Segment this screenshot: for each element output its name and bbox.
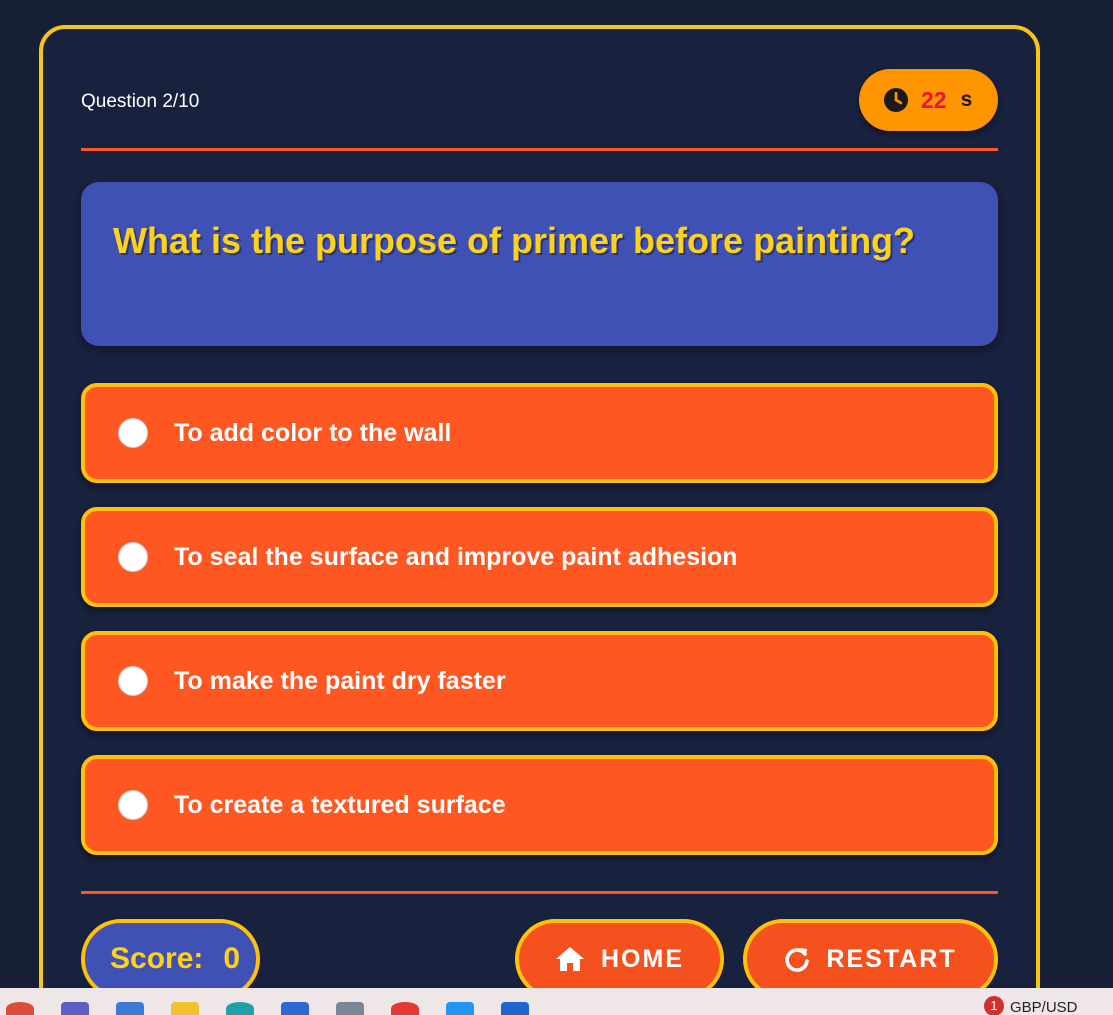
option-label: To add color to the wall [174, 418, 452, 447]
score-label: Score: [110, 942, 204, 975]
restart-button[interactable]: RESTART [743, 919, 998, 999]
timer-value: 22 [921, 86, 947, 113]
restart-button-label: RESTART [826, 944, 957, 973]
answer-option-1[interactable]: To add color to the wall [81, 383, 998, 483]
option-label: To seal the surface and improve paint ad… [174, 542, 738, 571]
question-text: What is the purpose of primer before pai… [113, 220, 916, 261]
folder-icon[interactable] [171, 1002, 199, 1015]
option-label: To create a textured surface [174, 790, 506, 819]
os-taskbar: 1 GBP/USD [0, 988, 1113, 1015]
home-button[interactable]: HOME [515, 919, 724, 999]
timer-unit: s [960, 88, 973, 111]
home-button-label: HOME [601, 944, 684, 973]
score-value: 0 [223, 942, 241, 975]
radio-button[interactable] [118, 666, 148, 696]
header-divider [81, 148, 998, 151]
notification-badge: 1 [984, 996, 1004, 1015]
redo-icon [785, 948, 810, 972]
answer-option-2[interactable]: To seal the surface and improve paint ad… [81, 507, 998, 607]
score-badge: Score: 0 [81, 919, 260, 999]
radio-button[interactable] [118, 790, 148, 820]
calendar-icon[interactable] [501, 1002, 529, 1015]
question-box: What is the purpose of primer before pai… [81, 182, 998, 346]
briefcase-icon[interactable] [281, 1002, 309, 1015]
answer-option-3[interactable]: To make the paint dry faster [81, 631, 998, 731]
home-icon [556, 947, 584, 971]
calculator-icon[interactable] [336, 1002, 364, 1015]
radio-button[interactable] [118, 542, 148, 572]
question-counter: Question 2/10 [81, 91, 200, 112]
timer-badge: 22 s [859, 69, 998, 131]
answer-option-4[interactable]: To create a textured surface [81, 755, 998, 855]
clock-icon [884, 88, 908, 112]
teams-icon[interactable] [61, 1002, 89, 1015]
quiz-card: Question 2/10 22 s What is the purpose o… [39, 25, 1040, 1015]
store-icon[interactable] [446, 1002, 474, 1015]
radio-button[interactable] [118, 418, 148, 448]
copilot-icon[interactable] [116, 1002, 144, 1015]
currency-widget-label[interactable]: GBP/USD [1010, 999, 1078, 1015]
quiz-page: Question 2/10 22 s What is the purpose o… [0, 0, 1113, 1015]
quiz-header: Question 2/10 22 s [81, 69, 998, 133]
footer-divider [81, 891, 998, 894]
chrome-icon[interactable] [6, 1002, 34, 1015]
option-label: To make the paint dry faster [174, 666, 506, 695]
edge-icon[interactable] [226, 1002, 254, 1015]
app-red-icon[interactable] [391, 1002, 419, 1015]
